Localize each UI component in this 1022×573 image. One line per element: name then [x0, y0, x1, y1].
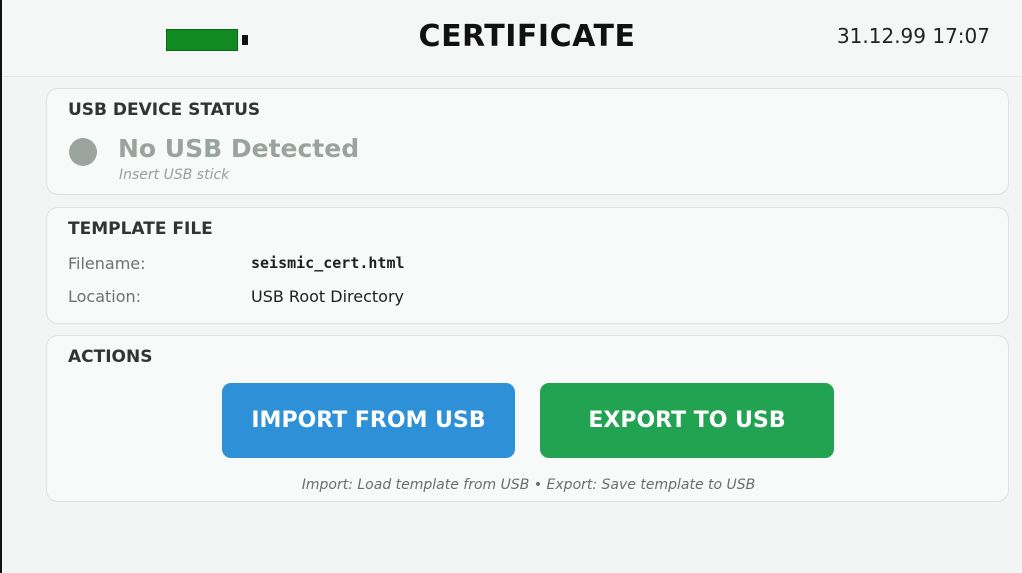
- import-from-usb-button[interactable]: IMPORT FROM USB: [222, 383, 515, 458]
- actions-title: ACTIONS: [68, 347, 153, 367]
- battery-body: [166, 29, 238, 51]
- datetime-display: 31.12.99 17:07: [836, 24, 990, 48]
- location-value: USB Root Directory: [251, 287, 405, 306]
- usb-status-text: No USB Detected: [118, 134, 360, 163]
- export-to-usb-button[interactable]: EXPORT TO USB: [540, 383, 834, 458]
- template-file-title: TEMPLATE FILE: [68, 219, 213, 239]
- actions-hint: Import: Load template from USB • Export:…: [301, 477, 756, 493]
- filename-value: seismic_cert.html: [251, 254, 405, 272]
- location-label: Location:: [68, 287, 142, 306]
- usb-device-status-title: USB DEVICE STATUS: [68, 100, 261, 120]
- page-title: CERTIFICATE: [418, 19, 636, 54]
- battery-icon: [166, 29, 248, 51]
- certificate-screen: CERTIFICATE 31.12.99 17:07 USB DEVICE ST…: [0, 0, 1022, 573]
- usb-status-indicator-icon: [69, 138, 97, 166]
- filename-label: Filename:: [68, 254, 146, 273]
- actions-card: ACTIONS IMPORT FROM USB EXPORT TO USB Im…: [46, 335, 1009, 502]
- battery-tip: [242, 35, 248, 45]
- usb-device-status-card: USB DEVICE STATUS No USB Detected Insert…: [46, 88, 1009, 195]
- usb-status-hint: Insert USB stick: [119, 167, 230, 183]
- template-file-card: TEMPLATE FILE Filename: seismic_cert.htm…: [46, 207, 1009, 324]
- header-bar: CERTIFICATE 31.12.99 17:07: [2, 0, 1022, 77]
